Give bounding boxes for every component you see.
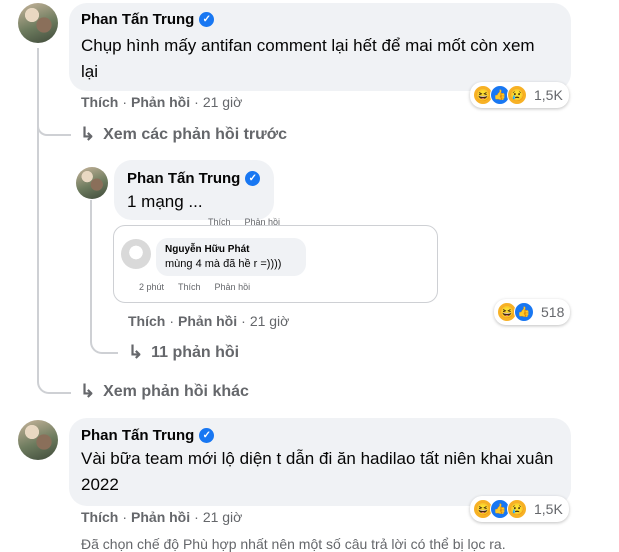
reply-button[interactable]: Phản hồi [131,94,190,110]
reply-button[interactable]: Phản hồi [131,509,190,525]
author-name[interactable]: Phan Tấn Trung [81,11,194,28]
reply-text: 1 mạng ... [127,192,203,211]
reaction-count: 518 [541,304,565,320]
comment-time[interactable]: 21 giờ [203,94,243,110]
thread-line-main [37,48,71,394]
reaction-count: 1,5K [534,87,563,103]
reply-button[interactable]: Phản hồi [178,313,237,329]
embedded-reply: Phản hồi [214,282,251,292]
separator-dot: · [122,509,128,525]
comment-author[interactable]: Phan Tấn Trung ✓ [81,427,215,444]
comment-time[interactable]: 21 giờ [203,509,243,525]
like-icon: 👍 [514,302,534,322]
separator-dot: · [122,94,128,110]
sad-icon: 😢 [507,499,527,519]
verified-badge-icon: ✓ [199,428,215,443]
comment-text: Vài bữa team mới lộ diện t dẫn đi ăn had… [81,449,554,494]
avatar[interactable] [18,420,58,460]
like-button[interactable]: Thích [81,509,118,525]
embedded-text: mùng 4 mà đã hề r =)))) [165,258,282,270]
comment-bubble: Phan Tấn Trung ✓ Vài bữa team mới lộ diệ… [69,418,571,506]
comment-actions: Thích · Phản hồi · 21 giờ [81,509,242,525]
filter-notice: Đã chọn chế độ Phù hợp nhất nên một số c… [81,536,506,552]
reaction-summary[interactable]: 😆 👍 😢 1,5K [470,496,569,522]
attached-image[interactable]: Nguyễn Hữu Phát mùng 4 mà đã hề r =)))) … [113,225,438,303]
verified-badge-icon: ✓ [199,12,215,27]
view-previous-replies-link[interactable]: ↳ Xem các phản hồi trước [80,124,287,145]
comment-actions: Thích · Phản hồi · 21 giờ [81,94,242,110]
comment-text: Chụp hình mấy antifan comment lại hết để… [81,36,535,81]
avatar[interactable] [18,3,58,43]
sad-icon: 😢 [507,85,527,105]
reply-actions: Thích · Phản hồi · 21 giờ [128,313,289,329]
reply-arrow-icon: ↳ [80,124,96,144]
thread-line-prev [37,118,71,136]
verified-badge-icon: ✓ [245,171,261,186]
like-button[interactable]: Thích [81,94,118,110]
replies-count-label: 11 phản hồi [151,343,240,361]
embedded-author: Nguyễn Hữu Phát [165,244,250,255]
author-name[interactable]: Phan Tấn Trung [81,427,194,444]
reply-bubble: Phan Tấn Trung ✓ 1 mạng ... [114,160,274,220]
separator-dot: · [241,313,246,329]
view-previous-label: Xem các phản hồi trước [103,125,287,143]
reply-time[interactable]: 21 giờ [250,313,290,329]
embedded-time: 2 phút [139,282,165,292]
reply-arrow-icon: ↳ [80,381,96,401]
comment-author[interactable]: Phan Tấn Trung ✓ [81,11,215,28]
view-replies-link[interactable]: ↳ 11 phản hồi [128,342,239,363]
reaction-summary[interactable]: 😆 👍 518 [494,299,571,325]
view-more-replies-link[interactable]: ↳ Xem phản hồi khác [80,381,249,402]
separator-dot: · [194,509,199,525]
comment-bubble: Phan Tấn Trung ✓ Chụp hình mấy antifan c… [69,3,571,91]
reply-author[interactable]: Phan Tấn Trung ✓ [127,170,261,187]
embedded-bubble: Nguyễn Hữu Phát mùng 4 mà đã hề r =)))) [156,238,306,276]
view-more-label: Xem phản hồi khác [103,382,249,400]
reaction-summary[interactable]: 😆 👍 😢 1,5K [470,82,569,108]
separator-dot: · [194,94,199,110]
reaction-count: 1,5K [534,501,563,517]
embedded-actions: 2 phút Thích Phản hồi [139,282,250,292]
embedded-like: Thích [178,282,201,292]
reply-arrow-icon: ↳ [128,342,144,362]
separator-dot: · [169,313,175,329]
like-button[interactable]: Thích [128,313,165,329]
author-name[interactable]: Phan Tấn Trung [127,170,240,187]
embedded-avatar [121,239,151,269]
avatar[interactable] [76,167,108,199]
